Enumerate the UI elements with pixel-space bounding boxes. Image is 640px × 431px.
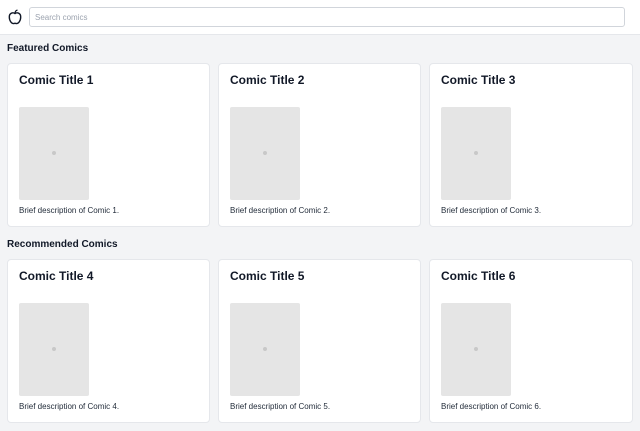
comic-title: Comic Title 2: [230, 73, 305, 87]
top-bar: [0, 0, 640, 35]
image-placeholder-icon: [263, 151, 267, 155]
comic-thumbnail[interactable]: [19, 107, 89, 200]
image-placeholder-icon: [52, 151, 56, 155]
comic-card[interactable]: Comic Title 6 Brief description of Comic…: [429, 259, 633, 423]
comic-description: Brief description of Comic 4.: [19, 402, 120, 411]
image-placeholder-icon: [263, 347, 267, 351]
image-placeholder-icon: [52, 347, 56, 351]
comic-title: Comic Title 5: [230, 269, 305, 283]
comic-thumbnail[interactable]: [441, 107, 511, 200]
recommended-comics-grid: Comic Title 4 Brief description of Comic…: [7, 259, 633, 423]
comic-description: Brief description of Comic 2.: [230, 206, 331, 215]
comic-card[interactable]: Comic Title 2 Brief description of Comic…: [218, 63, 421, 227]
comic-description: Brief description of Comic 6.: [441, 402, 542, 411]
comic-description: Brief description of Comic 5.: [230, 402, 331, 411]
comic-card[interactable]: Comic Title 3 Brief description of Comic…: [429, 63, 633, 227]
comic-thumbnail[interactable]: [230, 303, 300, 396]
comic-title: Comic Title 3: [441, 73, 516, 87]
image-placeholder-icon: [474, 347, 478, 351]
comic-description: Brief description of Comic 1.: [19, 206, 120, 215]
featured-comics-grid: Comic Title 1 Brief description of Comic…: [7, 63, 633, 227]
search-input[interactable]: [29, 7, 625, 27]
image-placeholder-icon: [474, 151, 478, 155]
comic-card[interactable]: Comic Title 4 Brief description of Comic…: [7, 259, 210, 423]
comic-title: Comic Title 4: [19, 269, 94, 283]
recommended-section-title: Recommended Comics: [7, 239, 118, 250]
comic-card[interactable]: Comic Title 5 Brief description of Comic…: [218, 259, 421, 423]
comic-card[interactable]: Comic Title 1 Brief description of Comic…: [7, 63, 210, 227]
comic-title: Comic Title 1: [19, 73, 94, 87]
comic-thumbnail[interactable]: [230, 107, 300, 200]
comic-thumbnail[interactable]: [19, 303, 89, 396]
comic-thumbnail[interactable]: [441, 303, 511, 396]
comic-title: Comic Title 6: [441, 269, 516, 283]
featured-section-title: Featured Comics: [7, 43, 89, 54]
apple-icon[interactable]: [7, 9, 23, 25]
comic-description: Brief description of Comic 3.: [441, 206, 542, 215]
